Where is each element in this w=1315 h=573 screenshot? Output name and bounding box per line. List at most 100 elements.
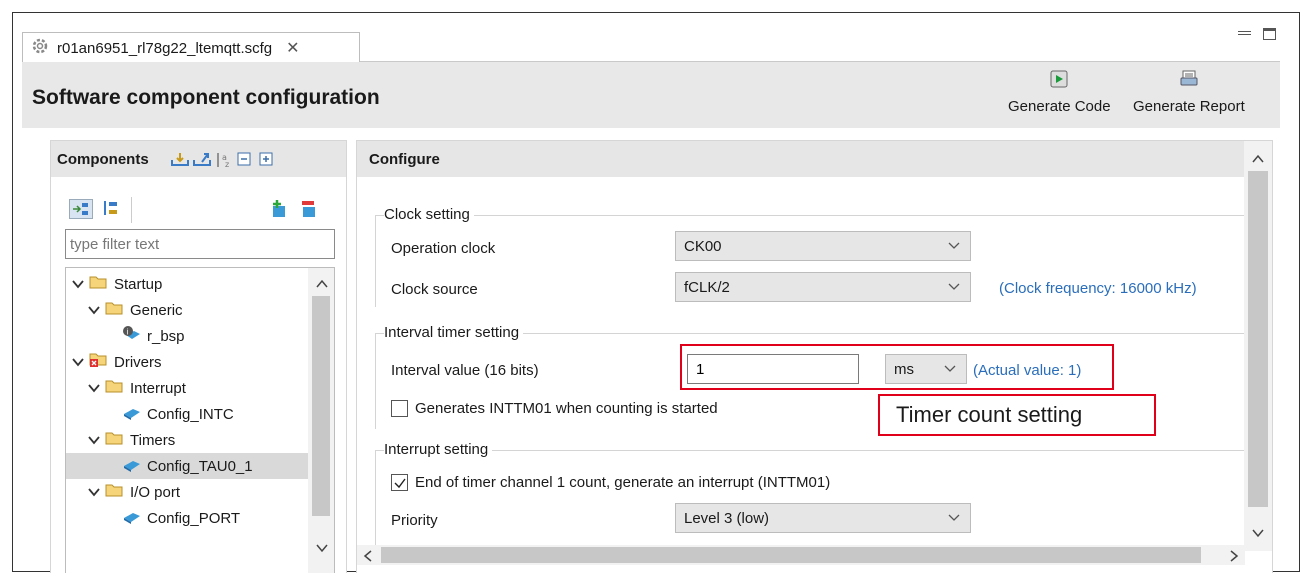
priority-select[interactable]: Level 3 (low) <box>675 503 971 533</box>
chevron-down-icon[interactable] <box>88 302 100 319</box>
expand-all-icon[interactable] <box>259 152 275 166</box>
generate-report-label: Generate Report <box>1133 98 1245 115</box>
components-header: Components az <box>51 141 346 177</box>
tree-item-label: Timers <box>130 431 176 449</box>
minimize-icon[interactable] <box>1238 28 1251 40</box>
tree-item-config-intc[interactable]: Config_INTC <box>122 401 234 427</box>
components-panel: Components az Startup Generic i r_bsp <box>50 140 347 573</box>
editor-tab[interactable]: r01an6951_rl78g22_ltemqtt.scfg ✕ <box>22 32 360 63</box>
add-component-icon[interactable] <box>269 199 289 219</box>
chevron-down-icon <box>948 510 960 522</box>
editor-header: Software component configuration Generat… <box>22 62 1280 128</box>
annotation-text: Timer count setting <box>896 402 1083 427</box>
priority-label: Priority <box>391 511 438 529</box>
folder-error-icon <box>89 351 109 373</box>
tree-item-config-tau0-1[interactable]: Config_TAU0_1 <box>66 453 310 479</box>
tab-title: r01an6951_rl78g22_ltemqtt.scfg <box>57 39 273 57</box>
generate-code-icon <box>1050 70 1068 92</box>
chevron-right-icon[interactable] <box>1229 549 1239 566</box>
tree-item-interrupt[interactable]: Interrupt <box>88 375 186 401</box>
end-count-checkbox[interactable] <box>391 473 408 491</box>
generate-code-label: Generate Code <box>1008 98 1111 115</box>
tree-item-startup[interactable]: Startup <box>72 271 162 297</box>
tree-scrollbar[interactable] <box>308 268 334 573</box>
generate-report-icon <box>1180 70 1198 92</box>
tree-view-icon[interactable] <box>69 199 93 219</box>
chevron-down-icon[interactable] <box>1252 525 1264 542</box>
start-interrupt-checkbox-row[interactable]: Generates INTTM01 when counting is start… <box>391 393 718 423</box>
chevron-down-icon[interactable] <box>88 380 100 397</box>
tree-item-generic[interactable]: Generic <box>88 297 183 323</box>
chevron-down-icon <box>948 238 960 250</box>
configure-title: Configure <box>369 150 440 168</box>
generate-code-button[interactable]: Generate Code <box>1008 70 1111 115</box>
collapse-all-icon[interactable] <box>237 152 253 166</box>
clock-source-select[interactable]: fCLK/2 <box>675 272 971 302</box>
chevron-down-icon[interactable] <box>88 432 100 449</box>
filter-input[interactable] <box>65 229 335 259</box>
configure-horizontal-scrollbar[interactable] <box>357 545 1245 565</box>
component-icon <box>122 508 142 528</box>
chevron-down-icon[interactable] <box>88 484 100 501</box>
horizontal-scroll-thumb[interactable] <box>381 547 1201 563</box>
tree-item-label: Config_TAU0_1 <box>147 457 253 475</box>
chevron-down-icon <box>948 279 960 291</box>
annotation-callout: Timer count setting <box>878 394 1156 436</box>
svg-text:z: z <box>225 160 229 168</box>
remove-component-icon[interactable] <box>299 199 319 219</box>
chevron-down-icon[interactable] <box>72 354 84 371</box>
components-tree: Startup Generic i r_bsp Drivers Interrup… <box>65 267 335 573</box>
chevron-down-icon[interactable] <box>72 276 84 293</box>
sort-az-icon[interactable]: az <box>215 152 231 169</box>
tree-item-drivers[interactable]: Drivers <box>72 349 162 375</box>
operation-clock-select[interactable]: CK00 <box>675 231 971 261</box>
tree-scroll-thumb[interactable] <box>312 296 330 516</box>
export-icon[interactable] <box>192 152 211 166</box>
select-value: fCLK/2 <box>684 278 730 296</box>
gear-icon <box>31 37 49 59</box>
tree-item-label: Startup <box>114 275 163 293</box>
tree-item-label: Drivers <box>114 353 162 371</box>
import-icon[interactable] <box>170 152 189 166</box>
group-title: Interval timer setting <box>384 324 524 341</box>
tree-item-label: Config_PORT <box>147 509 241 527</box>
components-title: Components <box>57 150 149 168</box>
clock-source-label: Clock source <box>391 280 478 298</box>
tree-item-label: Generic <box>130 301 183 319</box>
svg-text:i: i <box>126 328 128 337</box>
start-interrupt-checkbox[interactable] <box>391 399 408 417</box>
folder-open-icon <box>105 300 125 320</box>
tree-item-label: r_bsp <box>147 327 185 345</box>
start-interrupt-label: Generates INTTM01 when counting is start… <box>415 399 718 417</box>
tree-item-label: Interrupt <box>130 379 186 397</box>
group-title: Interrupt setting <box>384 441 493 458</box>
maximize-icon[interactable] <box>1263 28 1276 40</box>
select-value: CK00 <box>684 237 722 255</box>
tree-item-r-bsp[interactable]: i r_bsp <box>122 323 185 349</box>
tree-item-label: Config_INTC <box>147 405 234 423</box>
end-count-checkbox-row[interactable]: End of timer channel 1 count, generate a… <box>391 467 830 497</box>
configure-scroll-thumb[interactable] <box>1248 171 1268 507</box>
end-count-label: End of timer channel 1 count, generate a… <box>415 473 831 491</box>
components-toolbar <box>69 197 334 223</box>
tree-item-config-port[interactable]: Config_PORT <box>122 505 240 531</box>
chevron-up-icon[interactable] <box>316 276 328 293</box>
folder-open-icon <box>89 274 109 294</box>
folder-open-icon <box>105 430 125 450</box>
configure-header: Configure <box>357 141 1245 177</box>
generate-report-button[interactable]: Generate Report <box>1133 70 1245 115</box>
page-title: Software component configuration <box>32 86 380 109</box>
close-icon[interactable]: ✕ <box>286 38 299 58</box>
component-info-icon: i <box>122 325 142 347</box>
chevron-up-icon[interactable] <box>1252 151 1264 168</box>
chevron-down-icon[interactable] <box>316 540 328 557</box>
tree-item-timers[interactable]: Timers <box>88 427 175 453</box>
hierarchy-view-icon[interactable] <box>101 199 121 219</box>
configure-scrollbar[interactable] <box>1244 141 1272 551</box>
highlight-box <box>680 344 1114 390</box>
group-title: Clock setting <box>384 206 474 223</box>
tree-item-io-port[interactable]: I/O port <box>88 479 180 505</box>
clock-frequency-text: (Clock frequency: 16000 kHz) <box>999 280 1197 297</box>
chevron-left-icon[interactable] <box>363 549 373 566</box>
toolbar-divider <box>131 197 132 223</box>
